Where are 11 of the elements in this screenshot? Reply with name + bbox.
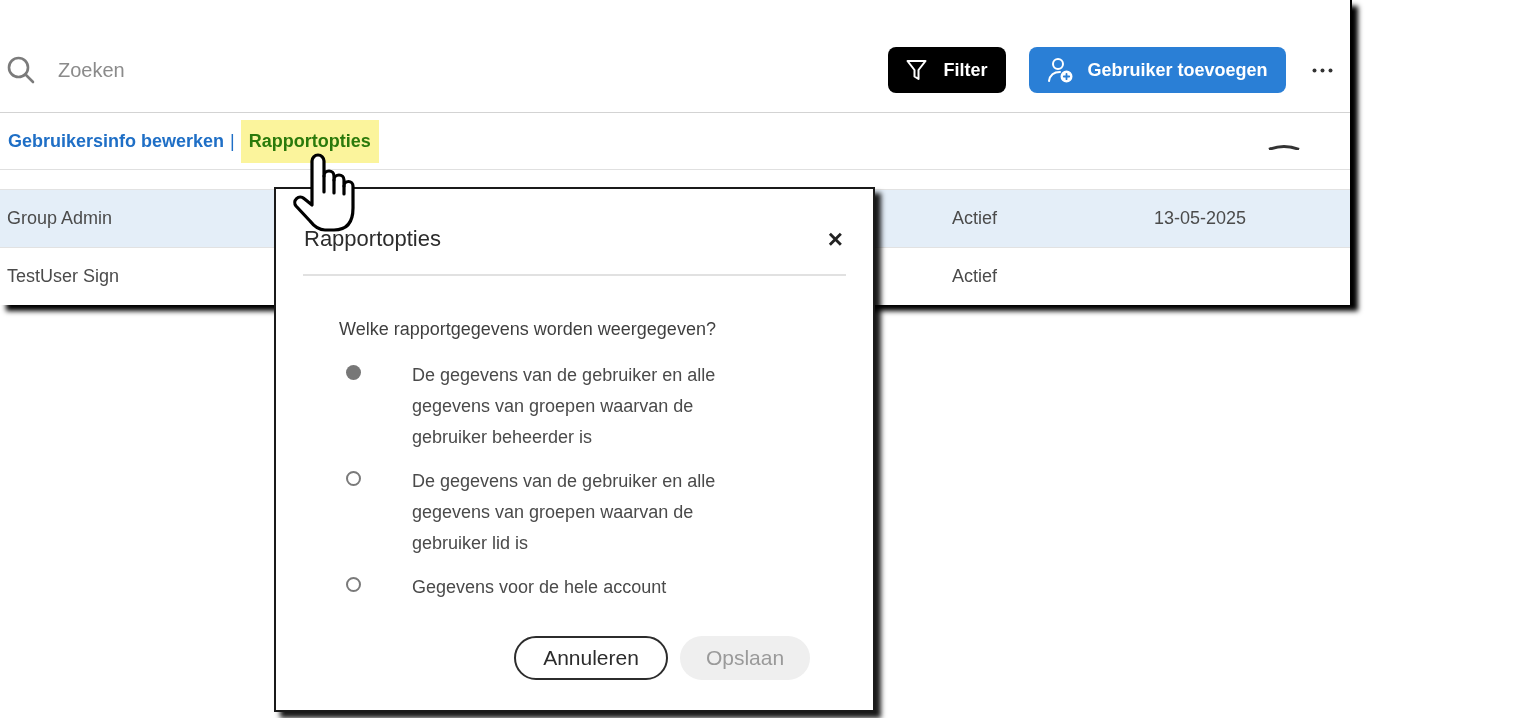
table-cell-text: Actief	[952, 265, 998, 288]
dialog-title: Rapportopties	[304, 225, 441, 253]
option-label: De gegevens van de gebruiker en alle gegevens van groepen waarvan de gebruiker lid is	[412, 470, 717, 555]
table-cell-text: Actief	[952, 207, 998, 230]
table-cell-text: TestUser Sign	[7, 265, 120, 288]
table-cell-text: Group Admin	[7, 207, 113, 230]
option-label: Gegevens voor de hele account	[412, 576, 667, 599]
table-cell-text: 13-05-2025	[1154, 207, 1247, 230]
question-text: Welke rapportgegevens worden weergegeven?	[339, 318, 716, 341]
link-separator: |	[230, 129, 235, 153]
option-label: De gegevens van de gebruiker en alle gegevens van groepen waarvan de gebruiker beheerder is	[412, 364, 717, 449]
